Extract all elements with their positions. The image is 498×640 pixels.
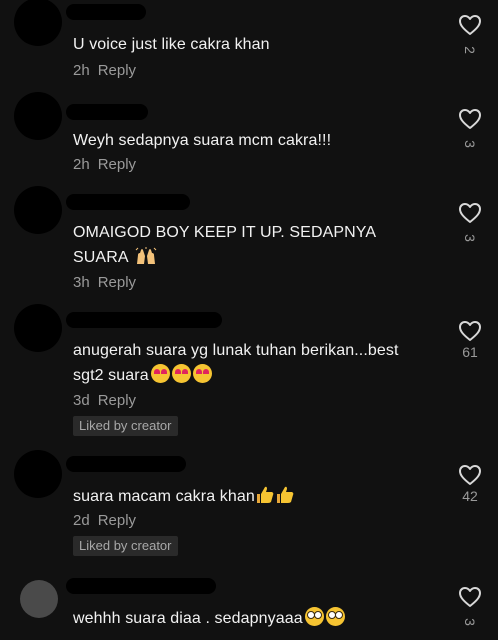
like-count: 3 <box>462 140 478 148</box>
comment-item: anugerah suara yg lunak tuhan berikan...… <box>0 304 498 444</box>
avatar[interactable] <box>14 186 62 234</box>
comment-text-line1: suara macam cakra khan <box>73 488 255 505</box>
comment-meta: 2d Reply <box>73 512 136 529</box>
avatar[interactable] <box>14 0 62 46</box>
username-redacted[interactable] <box>66 578 216 594</box>
reply-button[interactable]: Reply <box>98 62 136 79</box>
like-count: 61 <box>462 344 478 360</box>
avatar[interactable] <box>14 92 62 140</box>
comment-time: 2h <box>73 62 90 79</box>
flushed-emoji-icon <box>304 607 324 626</box>
comment-time: 3h <box>73 274 90 291</box>
comment-time: 3d <box>73 392 90 409</box>
username-redacted[interactable] <box>66 194 190 210</box>
comment-text: anugerah suara yg lunak tuhan berikan...… <box>73 338 433 388</box>
like-count: 42 <box>462 488 478 504</box>
comment-text-line1: wehhh suara diaa . sedapnyaaa <box>73 610 303 627</box>
comment-item: OMAIGOD BOY KEEP IT UP. SEDAPNYA SUARA 3… <box>0 186 498 298</box>
like-count: 3 <box>462 618 478 626</box>
comment-item: suara macam cakra khan 2d Reply Liked by … <box>0 448 498 564</box>
comment-meta: 3h Reply <box>73 274 136 291</box>
liked-by-creator-badge: Liked by creator <box>73 536 178 556</box>
comment-text: Weyh sedapnya suara mcm cakra!!! <box>73 132 332 149</box>
flushed-emoji-icon <box>325 607 345 626</box>
comment-meta: 2h Reply <box>73 62 136 79</box>
comment-meta: 2h Reply <box>73 156 136 173</box>
username-redacted[interactable] <box>66 312 222 328</box>
comment-text-line1: anugerah suara yg lunak tuhan berikan...… <box>73 342 399 359</box>
comment-text: wehhh suara diaa . sedapnyaaa <box>73 606 433 631</box>
like-button[interactable]: 3 <box>452 586 488 630</box>
avatar[interactable] <box>14 304 62 352</box>
like-button[interactable]: 2 <box>452 14 488 58</box>
comment-time: 2h <box>73 156 90 173</box>
avatar[interactable] <box>20 580 58 618</box>
like-count: 2 <box>462 46 478 54</box>
thumbs-up-icon <box>256 486 274 503</box>
comment-item: Weyh sedapnya suara mcm cakra!!! 2h Reply… <box>0 92 498 184</box>
thumbs-up-icon <box>276 486 294 503</box>
comment-text-line1: OMAIGOD BOY KEEP IT UP. SEDAPNYA <box>73 224 377 241</box>
like-button[interactable]: 42 <box>452 464 488 504</box>
heart-eyes-emoji-icon <box>192 364 212 383</box>
comment-time: 2d <box>73 512 90 529</box>
comment-text-line2: SUARA <box>73 249 128 266</box>
comment-text: suara macam cakra khan <box>73 484 433 509</box>
comment-item: wehhh suara diaa . sedapnyaaa 3 <box>0 570 498 632</box>
username-redacted[interactable] <box>66 456 186 472</box>
reply-button[interactable]: Reply <box>98 512 136 529</box>
liked-by-creator-badge: Liked by creator <box>73 416 178 436</box>
heart-eyes-emoji-icon <box>171 364 191 383</box>
comment-text: OMAIGOD BOY KEEP IT UP. SEDAPNYA SUARA <box>73 220 433 270</box>
heart-outline-icon <box>459 321 481 341</box>
avatar[interactable] <box>14 450 62 498</box>
like-button[interactable]: 3 <box>452 202 488 246</box>
heart-outline-icon <box>459 465 481 485</box>
raising-hands-icon <box>135 247 157 264</box>
like-button[interactable]: 61 <box>452 320 488 360</box>
comment-meta: 3d Reply <box>73 392 136 409</box>
username-redacted[interactable] <box>66 4 146 20</box>
username-redacted[interactable] <box>66 104 148 120</box>
reply-button[interactable]: Reply <box>98 156 136 173</box>
heart-eyes-emoji-icon <box>150 364 170 383</box>
like-count: 3 <box>462 234 478 242</box>
comment-text: U voice just like cakra khan <box>73 36 270 53</box>
like-button[interactable]: 3 <box>452 108 488 152</box>
comment-item: U voice just like cakra khan 2h Reply 2 <box>0 0 498 90</box>
comment-text-line2: sgt2 suara <box>73 367 149 384</box>
reply-button[interactable]: Reply <box>98 274 136 291</box>
reply-button[interactable]: Reply <box>98 392 136 409</box>
